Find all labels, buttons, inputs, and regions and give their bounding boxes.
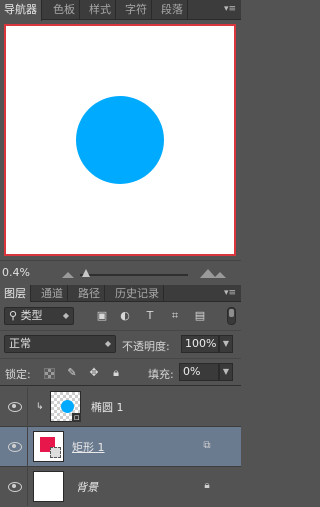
tab-character[interactable]: 字符 bbox=[121, 0, 152, 20]
visibility-eye-icon[interactable] bbox=[8, 401, 22, 412]
fill-dropdown-arrow[interactable]: ▼ bbox=[219, 363, 233, 381]
layer-divider bbox=[27, 427, 28, 467]
navigator-zoom-bar: 0.4% bbox=[0, 260, 241, 284]
updown-arrow-icon: ◆ bbox=[104, 339, 111, 348]
lock-fill-row: 锁定: ✎ ✥ 🔒︎ 填充: 0% ▼ bbox=[0, 358, 241, 386]
opacity-input[interactable]: 100% bbox=[181, 335, 219, 353]
blend-mode-dropdown[interactable]: 正常 ◆ bbox=[4, 335, 116, 353]
lock-all-icon[interactable]: 🔒︎ bbox=[109, 366, 123, 380]
clipping-arrow-icon: ↳ bbox=[36, 402, 44, 412]
search-icon: ⚲ bbox=[9, 309, 21, 322]
fill-label: 填充: bbox=[148, 368, 174, 381]
layer-filter-row: ⚲ 类型 ◆ ▣ ◐ T ⌗ ▤ bbox=[0, 302, 241, 330]
tab-navigator[interactable]: 导航器 bbox=[0, 0, 42, 21]
layer-divider bbox=[27, 387, 28, 427]
opacity-label: 不透明度: bbox=[122, 340, 170, 353]
layer-name[interactable]: 背景 bbox=[76, 479, 98, 495]
shape-filter-icon[interactable]: ⌗ bbox=[168, 309, 182, 323]
filter-kind-dropdown[interactable]: ⚲ 类型 ◆ bbox=[4, 307, 74, 325]
layer-row-background[interactable]: 背景 🔒︎ bbox=[0, 467, 241, 507]
lock-icon: 🔒︎ bbox=[204, 480, 210, 491]
zoom-out-icon[interactable] bbox=[62, 272, 74, 278]
vector-mask-icon: ▫ bbox=[72, 413, 81, 423]
lock-position-icon[interactable]: ✥ bbox=[87, 366, 101, 380]
layers-panel-menu-icon[interactable]: ▾≡ bbox=[222, 286, 238, 300]
layer-divider bbox=[27, 467, 28, 507]
tab-channels[interactable]: 通道 bbox=[37, 285, 68, 302]
tab-paths[interactable]: 路径 bbox=[74, 285, 105, 302]
shape-layer-badge-icon bbox=[50, 447, 61, 458]
navigator-panel bbox=[0, 21, 241, 260]
zoom-in-icon-small[interactable] bbox=[214, 272, 226, 278]
adjustment-filter-icon[interactable]: ◐ bbox=[118, 309, 132, 323]
tab-styles[interactable]: 样式 bbox=[85, 0, 116, 20]
visibility-eye-icon[interactable] bbox=[8, 481, 22, 492]
fill-input[interactable]: 0% bbox=[179, 363, 219, 381]
opacity-dropdown-arrow[interactable]: ▼ bbox=[219, 335, 233, 353]
smart-object-link-icon: ⧉ bbox=[203, 440, 211, 451]
panel-menu-icon[interactable]: ▾≡ bbox=[222, 2, 238, 16]
visibility-eye-icon[interactable] bbox=[8, 441, 22, 452]
navigator-ellipse-preview bbox=[76, 96, 164, 184]
updown-arrow-icon: ◆ bbox=[62, 311, 69, 320]
filter-toggle-switch[interactable] bbox=[227, 307, 236, 325]
layer-thumbnail[interactable] bbox=[33, 431, 64, 462]
zoom-slider-thumb[interactable] bbox=[82, 269, 90, 277]
tab-history[interactable]: 历史记录 bbox=[111, 285, 164, 302]
zoom-value-field[interactable]: 0.4% bbox=[2, 265, 46, 281]
image-filter-icon[interactable]: ▣ bbox=[95, 309, 109, 323]
tab-swatches[interactable]: 色板 bbox=[49, 0, 80, 20]
layer-name[interactable]: 矩形 1 bbox=[72, 439, 105, 455]
layer-thumbnail[interactable] bbox=[33, 471, 64, 502]
panel-tabstrip-layers: 图层 通道 路径 历史记录 ▾≡ bbox=[0, 285, 241, 303]
blend-opacity-row: 正常 ◆ 不透明度: 100% ▼ bbox=[0, 330, 241, 358]
layer-row-ellipse[interactable]: ↳ ▫ 椭圆 1 bbox=[0, 387, 241, 427]
tab-layers[interactable]: 图层 bbox=[0, 285, 31, 303]
layer-row-rectangle[interactable]: 矩形 1 ⧉ bbox=[0, 427, 241, 467]
blend-mode-value: 正常 bbox=[9, 337, 31, 350]
panel-tabstrip-top: 导航器 色板 样式 字符 段落 ▾≡ bbox=[0, 0, 241, 21]
tab-paragraph[interactable]: 段落 bbox=[157, 0, 188, 20]
lock-label: 锁定: bbox=[5, 368, 31, 381]
lock-transparent-pixels-icon[interactable] bbox=[44, 368, 55, 379]
lock-image-pixels-icon[interactable]: ✎ bbox=[65, 366, 79, 380]
type-filter-icon[interactable]: T bbox=[143, 309, 157, 323]
navigator-view-frame[interactable] bbox=[4, 24, 236, 256]
smart-object-filter-icon[interactable]: ▤ bbox=[193, 309, 207, 323]
layer-name[interactable]: 椭圆 1 bbox=[91, 399, 124, 415]
ellipse-thumb-shape bbox=[61, 400, 74, 413]
filter-kind-label: 类型 bbox=[20, 309, 43, 322]
zoom-slider-track[interactable] bbox=[80, 274, 188, 276]
